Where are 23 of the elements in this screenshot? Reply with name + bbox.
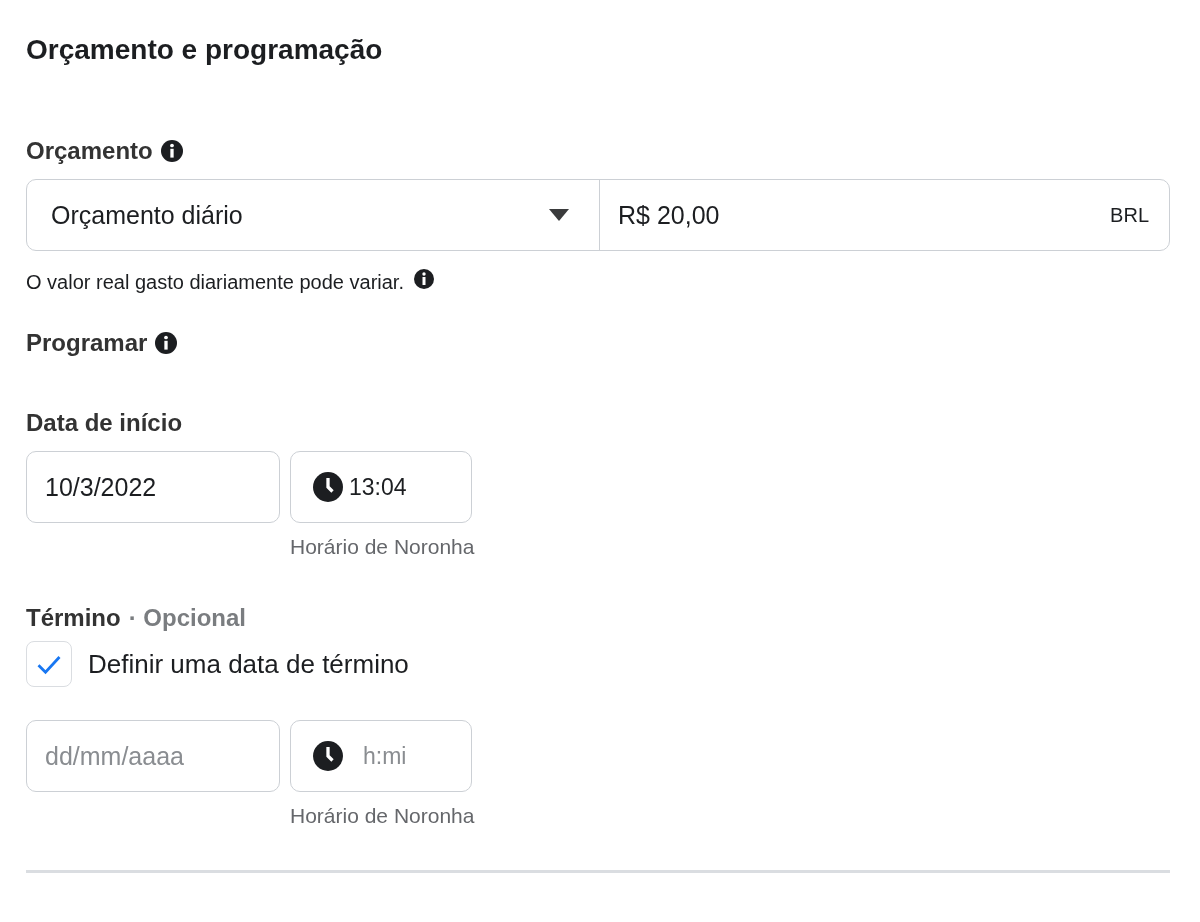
date-field[interactable]: dd/mm/aaaa [26, 720, 280, 792]
checkbox[interactable] [26, 641, 72, 687]
date-field[interactable]: 10/3/2022 [26, 451, 280, 523]
caret-icon [549, 209, 569, 221]
field-label: Programar [26, 329, 148, 357]
field-label: Término [26, 604, 121, 632]
field-label: Orçamento [26, 137, 153, 165]
clock-icon [313, 472, 343, 502]
info-icon[interactable] [414, 268, 434, 289]
info-icon[interactable] [155, 332, 178, 354]
timezone-note: Horário de Noronha [290, 535, 475, 559]
clock-icon [313, 741, 343, 771]
budget-amount-field[interactable]: R$ 20,00 BRL [600, 180, 1169, 250]
budget-type-dropdown[interactable]: Orçamento diário [27, 180, 600, 250]
field-label: Data de início [26, 409, 183, 437]
help-text: O valor real gasto diariamente pode variar. [26, 271, 404, 294]
info-icon[interactable] [160, 140, 183, 162]
time-field[interactable]: 13:04 [290, 451, 472, 523]
section-title: Orçamento e programação [26, 33, 384, 67]
checkbox-label[interactable]: Definir uma data de término [88, 648, 409, 680]
timezone-note: Horário de Noronha [290, 804, 475, 828]
optional-label: · Opcional [128, 604, 247, 632]
currency-label: BRL [1110, 203, 1149, 227]
